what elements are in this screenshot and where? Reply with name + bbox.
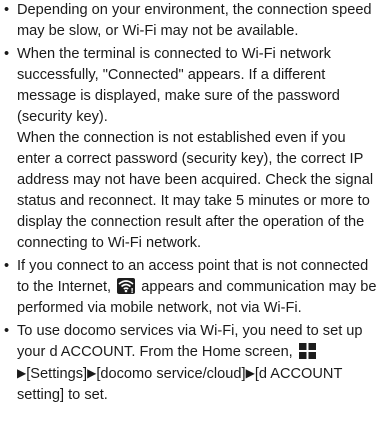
note-item-1: • Depending on your environment, the con…: [0, 0, 378, 42]
bullet: •: [4, 323, 10, 339]
arrow-icon: ▶: [87, 366, 97, 380]
note-item-2: • When the terminal is connected to Wi-F…: [0, 44, 378, 254]
bullet: •: [4, 258, 10, 274]
note-item-4: • To use docomo services via Wi-Fi, you …: [0, 321, 378, 406]
note-item-3: • If you connect to an access point that…: [0, 256, 378, 319]
bullet: •: [4, 46, 10, 62]
wifi-no-internet-icon: !: [117, 278, 136, 294]
arrow-icon: ▶: [17, 366, 27, 380]
bullet: •: [4, 2, 10, 18]
notes-list: • Depending on your environment, the con…: [0, 0, 382, 406]
svg-text:!: !: [131, 287, 134, 294]
note-text-continued: When the connection is not established e…: [17, 130, 374, 251]
menu-step-settings: [Settings]: [26, 366, 88, 382]
note-text: When the terminal is connected to Wi-Fi …: [17, 46, 340, 125]
menu-step-docomo-service: [docomo service/cloud]: [96, 366, 246, 382]
arrow-icon: ▶: [245, 366, 255, 380]
note-text: Depending on your environment, the conne…: [17, 2, 372, 39]
apps-grid-icon: [298, 343, 316, 359]
